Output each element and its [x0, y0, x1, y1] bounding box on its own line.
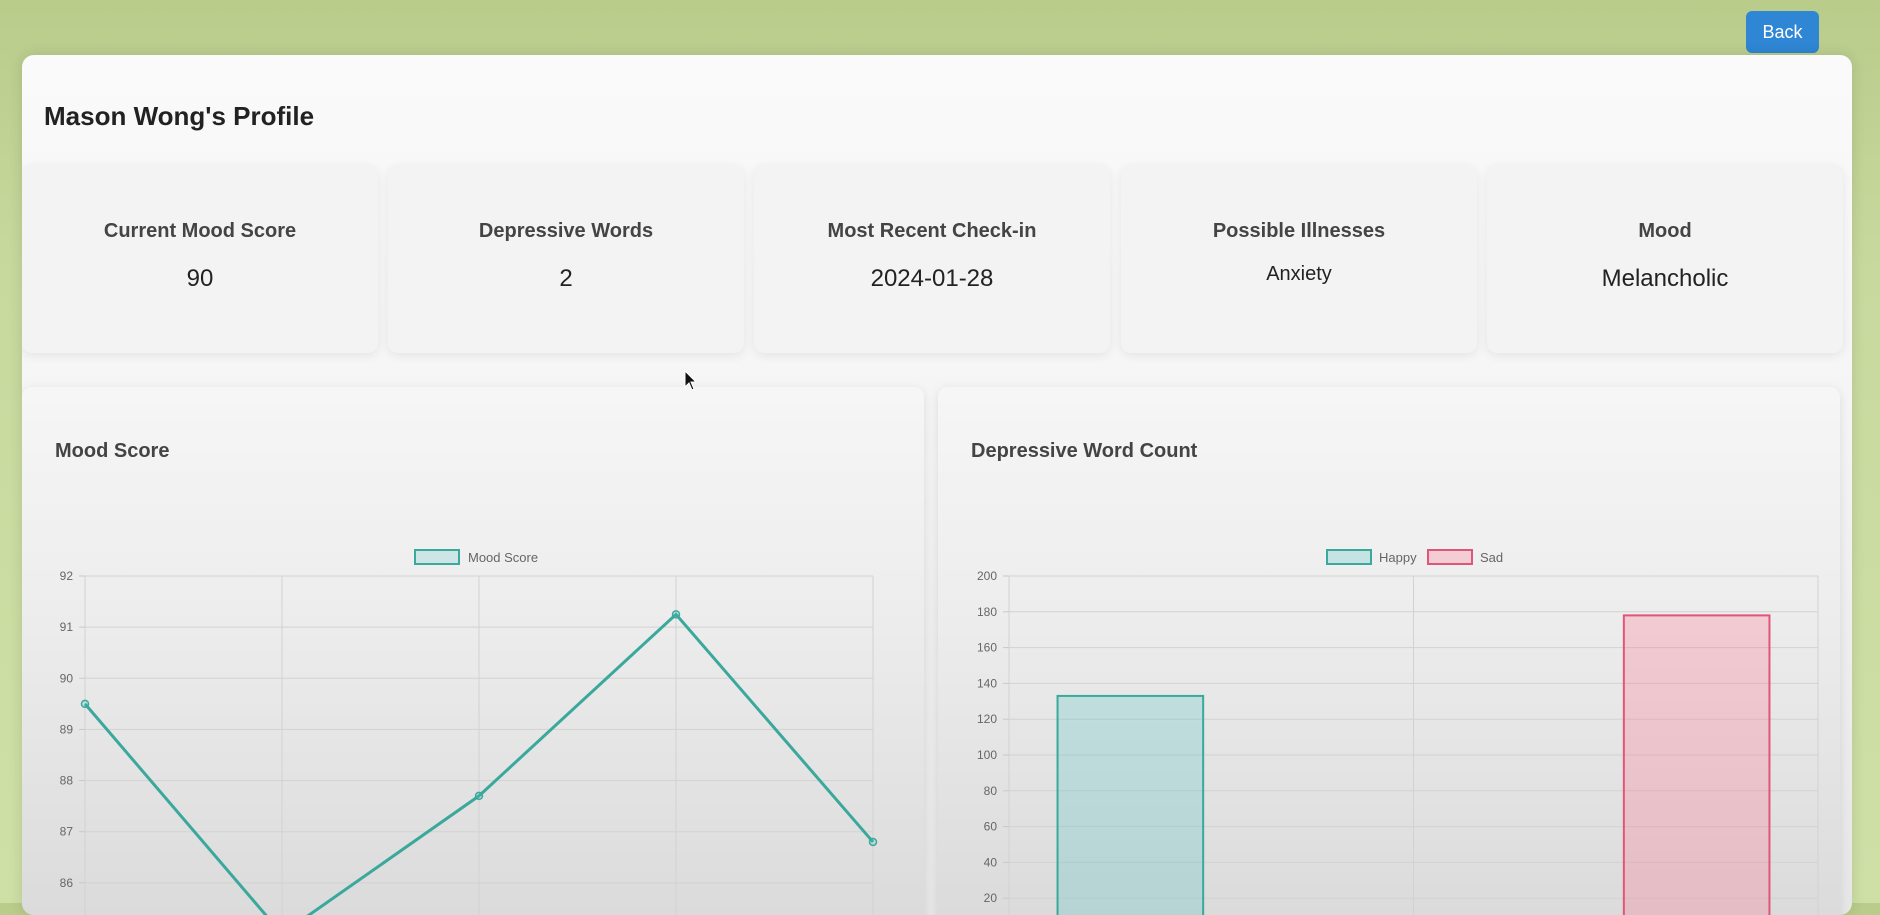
stat-value: Melancholic [1601, 265, 1729, 292]
mouse-cursor-icon [684, 370, 698, 391]
y-tick-label: 180 [977, 605, 997, 619]
mood-score-chart: 929190898887868501/27/2401/31/2402/09/24… [60, 549, 878, 915]
legend-swatch [1427, 549, 1473, 565]
y-tick-label: 89 [60, 722, 74, 736]
stat-card-mood: Mood Melancholic [1487, 165, 1843, 353]
legend-label: Sad [1480, 550, 1503, 565]
stat-card-possible-illnesses: Possible Illnesses Anxiety [1121, 165, 1477, 353]
bar-happy [1056, 694, 1205, 915]
data-point [868, 837, 878, 847]
y-tick-label: 200 [977, 569, 997, 583]
y-tick-label: 91 [60, 620, 74, 634]
back-button[interactable]: Back [1746, 11, 1819, 53]
y-tick-label: 86 [60, 876, 74, 890]
stat-label: Depressive Words [478, 220, 654, 242]
profile-panel: Mason Wong's Profile Current Mood Score … [22, 55, 1852, 915]
stat-label: Most Recent Check-in [827, 220, 1037, 242]
y-tick-label: 120 [977, 712, 997, 726]
data-point [671, 610, 681, 619]
y-tick-label: 100 [977, 748, 997, 762]
y-tick-label: 92 [60, 569, 74, 583]
y-tick-label: 140 [977, 676, 997, 690]
legend-swatch [414, 549, 460, 565]
bar-sad [1622, 614, 1771, 915]
legend-label: Happy [1379, 550, 1417, 565]
legend-label: Mood Score [468, 550, 538, 565]
y-tick-label: 87 [60, 825, 74, 839]
y-tick-label: 40 [984, 855, 998, 869]
stat-label: Current Mood Score [103, 220, 297, 242]
y-tick-label: 80 [984, 784, 998, 798]
depressive-word-card: Depressive Word Count 200 180 160 140 120 100… [938, 387, 1840, 915]
mood-score-card: Mood Score 929190898887868501/27/2401/31… [22, 387, 924, 915]
y-tick-label: 88 [60, 774, 74, 788]
y-tick-label: 60 [984, 820, 998, 834]
data-point [80, 699, 90, 709]
y-tick-label: 90 [60, 671, 74, 685]
stat-card-mood-score: Current Mood Score 90 [22, 165, 378, 353]
y-tick-label: 20 [984, 891, 998, 905]
data-point [474, 791, 484, 801]
stat-value: Anxiety [1266, 263, 1332, 285]
stat-card-recent-checkin: Most Recent Check-in 2024-01-28 [754, 165, 1110, 353]
stat-label: Possible Illnesses [1212, 220, 1386, 242]
stat-value: 2024-01-28 [870, 265, 994, 292]
stat-value: 2 [559, 265, 573, 292]
stat-label: Mood [1638, 220, 1692, 242]
y-tick-label: 160 [977, 641, 997, 655]
page-title: Mason Wong's Profile [44, 101, 315, 131]
depressive-word-chart: 200180160140120100806040200Happy WordsSa… [977, 549, 1819, 915]
stat-value: 90 [186, 265, 214, 292]
stat-card-depressive-words: Depressive Words 2 [388, 165, 744, 353]
legend-swatch [1326, 549, 1372, 565]
